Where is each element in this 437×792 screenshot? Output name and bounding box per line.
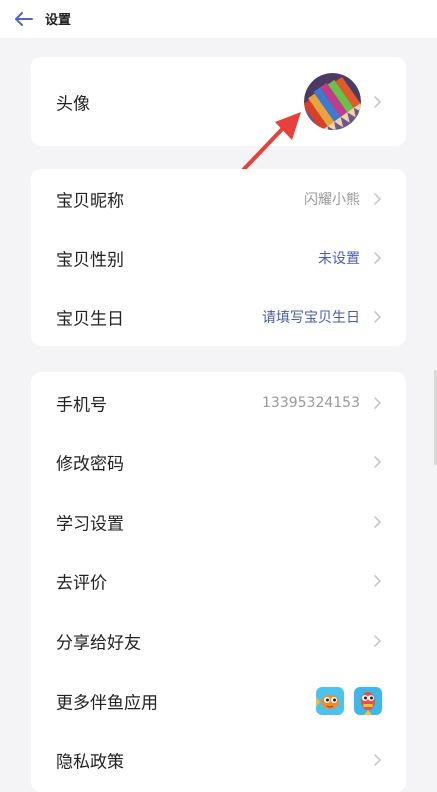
phone-label: 手机号	[56, 395, 107, 415]
fish-icon	[361, 691, 375, 715]
chevron-right-icon	[374, 574, 381, 587]
avatar-image[interactable]	[304, 73, 361, 130]
more-apps-label: 更多伴鱼应用	[56, 693, 158, 713]
back-arrow-icon	[15, 12, 33, 26]
back-button[interactable]	[12, 8, 36, 30]
page-title: 设置	[45, 13, 72, 28]
phone-row[interactable]: 手机号 13395324153	[31, 373, 406, 432]
review-row[interactable]: 去评价	[31, 551, 406, 610]
avatar-label: 头像	[56, 94, 90, 114]
more-apps-row[interactable]: 更多伴鱼应用	[31, 671, 406, 730]
chevron-right-icon	[374, 634, 381, 647]
privacy-row[interactable]: 隐私政策	[31, 730, 406, 789]
gender-value: 未设置	[318, 250, 360, 267]
privacy-label: 隐私政策	[56, 752, 124, 772]
colored-pencils-image	[304, 73, 361, 130]
baby-info-card: 宝贝昵称 闪耀小熊 宝贝性别 未设置 宝贝生日 请填写宝贝生日	[31, 169, 406, 346]
nickname-row[interactable]: 宝贝昵称 闪耀小熊	[31, 169, 406, 228]
chevron-right-icon	[374, 455, 381, 468]
phone-value: 13395324153	[262, 394, 360, 411]
change-password-row[interactable]: 修改密码	[31, 432, 406, 491]
avatar-card: 头像	[31, 57, 406, 146]
chevron-right-icon	[374, 753, 381, 766]
fish-app-icon[interactable]	[316, 686, 344, 715]
gender-row[interactable]: 宝贝性别 未设置	[31, 228, 406, 287]
chevron-right-icon	[374, 396, 381, 409]
chevron-right-icon	[374, 95, 381, 108]
chevron-right-icon	[374, 192, 381, 205]
birthday-row[interactable]: 宝贝生日 请填写宝贝生日	[31, 287, 406, 346]
share-label: 分享给好友	[56, 633, 141, 653]
account-settings-card: 手机号 13395324153 修改密码 学习设置 去评价 分享给好友 更多伴鱼…	[31, 372, 406, 792]
chevron-right-icon	[374, 515, 381, 528]
review-label: 去评价	[56, 573, 107, 593]
study-settings-row[interactable]: 学习设置	[31, 492, 406, 551]
chevron-right-icon	[374, 310, 381, 323]
gender-label: 宝贝性别	[56, 250, 124, 270]
top-bar: 设置	[0, 0, 437, 38]
nickname-value: 闪耀小熊	[304, 191, 360, 208]
birthday-label: 宝贝生日	[56, 309, 124, 329]
fish-app-icon-2[interactable]	[354, 686, 382, 715]
change-password-label: 修改密码	[56, 454, 124, 474]
share-row[interactable]: 分享给好友	[31, 611, 406, 670]
birthday-value: 请填写宝贝生日	[262, 309, 360, 326]
nickname-label: 宝贝昵称	[56, 191, 124, 211]
study-settings-label: 学习设置	[56, 514, 124, 534]
fish-icon	[316, 694, 339, 709]
chevron-right-icon	[374, 251, 381, 264]
